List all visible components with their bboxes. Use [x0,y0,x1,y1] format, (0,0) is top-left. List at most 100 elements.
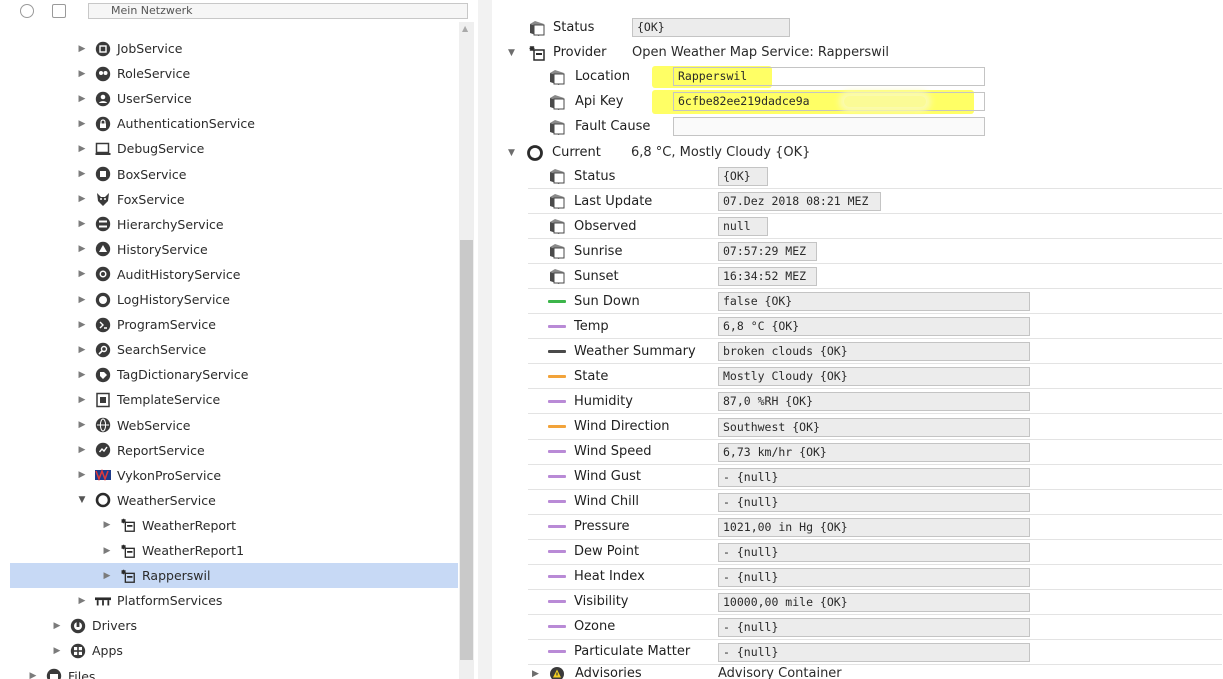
tree-node[interactable]: ▶ FoxService [75,187,185,212]
tree-node[interactable]: ▶ Drivers [50,613,137,638]
tree-node[interactable]: ▶ Files [26,664,95,679]
role-service-icon [95,66,111,82]
expand-arrow-icon[interactable]: ▶ [75,94,89,104]
point-color-swatch [548,349,566,353]
home-icon[interactable] [52,4,66,18]
tree-node-label: TagDictionaryService [117,367,249,383]
prop-label: Wind Direction [574,419,670,434]
scroll-up-icon[interactable]: ▲ [462,24,468,33]
expand-arrow-icon[interactable]: ▶ [75,119,89,129]
history-icon [95,241,111,257]
expand-arrow-icon[interactable]: ▶ [100,571,114,581]
tree-node[interactable]: ▶ TagDictionaryService [75,362,249,387]
expand-arrow-icon[interactable]: ▶ [75,244,89,254]
tree-node[interactable]: ▶ HierarchyService [75,212,224,237]
point-color-swatch [548,550,566,554]
api-key-value: 6cfbe82ee219dadce9a [678,94,810,108]
template-icon [95,392,111,408]
point-swatch-icon [548,317,566,335]
tree-node[interactable]: ▶ PlatformServices [75,588,223,613]
point-swatch-icon [548,568,566,586]
tree-node[interactable]: ▶ WeatherReport [100,513,237,538]
refresh-icon[interactable] [20,4,34,18]
point-color-swatch [548,450,566,454]
expand-arrow-icon[interactable]: ▶ [100,546,114,556]
expand-arrow-icon[interactable]: ▶ [75,169,89,179]
tree-node[interactable]: ▶ BoxService [75,162,187,187]
tree-scrollbar[interactable]: ▲ [459,22,474,679]
tree-node[interactable]: ▶ SearchService [75,337,207,362]
expand-arrow-icon[interactable]: ▶ [100,520,114,530]
tree-node[interactable]: ▶ Apps [50,638,123,663]
expand-arrow-icon[interactable]: ▶ [75,320,89,330]
prop-label: Wind Chill [574,494,639,510]
tree-node[interactable]: ▶ RoleService [75,61,191,86]
expand-arrow-icon[interactable]: ▶ [75,219,89,229]
prop-row-temp: Temp 6,8 °C {OK} [528,314,1222,340]
tree-node[interactable]: ▶ Rapperswil [10,563,458,589]
prop-row-pressure: Pressure 1021,00 in Hg {OK} [528,515,1222,540]
platform-services-icon [95,593,111,609]
tree-node[interactable]: ▶ AuditHistoryService [75,262,241,287]
expand-arrow-icon[interactable]: ▶ [532,669,539,679]
tree-root-selector[interactable]: Mein Netzwerk [88,3,468,19]
prop-row-provider[interactable]: ▼ Provider Open Weather Map Service: Rap… [506,40,1206,65]
program-service-icon [95,317,111,333]
tree-node[interactable]: ▶ LogHistoryService [75,287,230,312]
api-key-input[interactable]: 6cfbe82ee219dadce9a [673,92,985,111]
expand-arrow-icon[interactable]: ▶ [75,345,89,355]
fault-cause-input[interactable] [673,117,985,136]
point-color-swatch [548,500,566,504]
tree-node[interactable]: ▶ TemplateService [75,387,221,412]
tree-node-label: AuthenticationService [117,116,255,132]
tree-node-label: HierarchyService [117,216,224,232]
debug-service-icon [95,141,111,157]
prop-row-weather-summary: Weather Summary broken clouds {OK} [528,339,1222,365]
tree-node[interactable]: ▶ DebugService [75,136,205,161]
expand-arrow-icon[interactable]: ▶ [26,671,40,679]
tree-node[interactable]: ▶ VykonProService [75,463,221,488]
expand-arrow-icon[interactable]: ▶ [75,44,89,54]
panel-divider[interactable] [478,0,492,679]
expand-arrow-icon[interactable]: ▶ [50,646,64,656]
property-sheet: Status {OK} ▼ Provider Open Weather Map … [492,0,1223,679]
prop-row-advisories[interactable]: ▶ Advisories Advisory Container [528,661,1208,679]
collapse-arrow-icon[interactable]: ▼ [75,495,89,505]
expand-arrow-icon[interactable]: ▶ [75,194,89,204]
tree-node[interactable]: ▼ WeatherService [75,488,216,513]
location-input[interactable]: Rapperswil [673,67,985,86]
prop-label: Visibility [574,594,629,610]
expand-arrow-icon[interactable]: ▶ [75,144,89,154]
prop-value: 16:34:52 MEZ [718,267,818,287]
expand-arrow-icon[interactable]: ▶ [75,420,89,430]
expand-arrow-icon[interactable]: ▶ [75,445,89,455]
tree-node[interactable]: ▶ ProgramService [75,312,216,337]
prop-value: false {OK} [718,292,1030,312]
expand-arrow-icon[interactable]: ▶ [75,269,89,279]
collapse-arrow-icon[interactable]: ▼ [508,148,515,158]
collapse-arrow-icon[interactable]: ▼ [508,48,515,58]
tree-node-label: WeatherReport1 [142,543,245,558]
prop-row-api-key: Api Key 6cfbe82ee219dadce9a [548,89,1168,114]
tree-node[interactable]: ▶ AuthenticationService [75,111,255,136]
expand-arrow-icon[interactable]: ▶ [75,69,89,79]
expand-arrow-icon[interactable]: ▶ [75,295,89,305]
tree-node[interactable]: ▶ HistoryService [75,237,208,262]
expand-arrow-icon[interactable]: ▶ [75,370,89,380]
tree-scrollbar-thumb[interactable] [460,240,473,660]
tree-node[interactable]: ▶ ReportService [75,438,205,463]
expand-arrow-icon[interactable]: ▶ [75,470,89,480]
point-color-swatch [548,475,566,479]
prop-row-humidity: Humidity 87,0 %RH {OK} [528,389,1222,415]
prop-row-sunset: Sunset 16:34:52 MEZ [528,264,1222,290]
tree-node[interactable]: ▶ WebService [75,413,191,438]
expand-arrow-icon[interactable]: ▶ [75,596,89,606]
tree-node[interactable]: ▶ WeatherReport1 [100,538,245,563]
expand-arrow-icon[interactable]: ▶ [50,621,64,631]
expand-arrow-icon[interactable]: ▶ [75,395,89,405]
tree-node[interactable]: ▶ UserService [75,86,192,111]
prop-row-current[interactable]: ▼ Current 6,8 °C, Mostly Cloudy {OK} [506,140,1206,165]
tree-node[interactable]: ▶ JobService [75,36,183,61]
prop-value: broken clouds {OK} [718,342,1030,362]
point-swatch-icon [548,367,566,385]
